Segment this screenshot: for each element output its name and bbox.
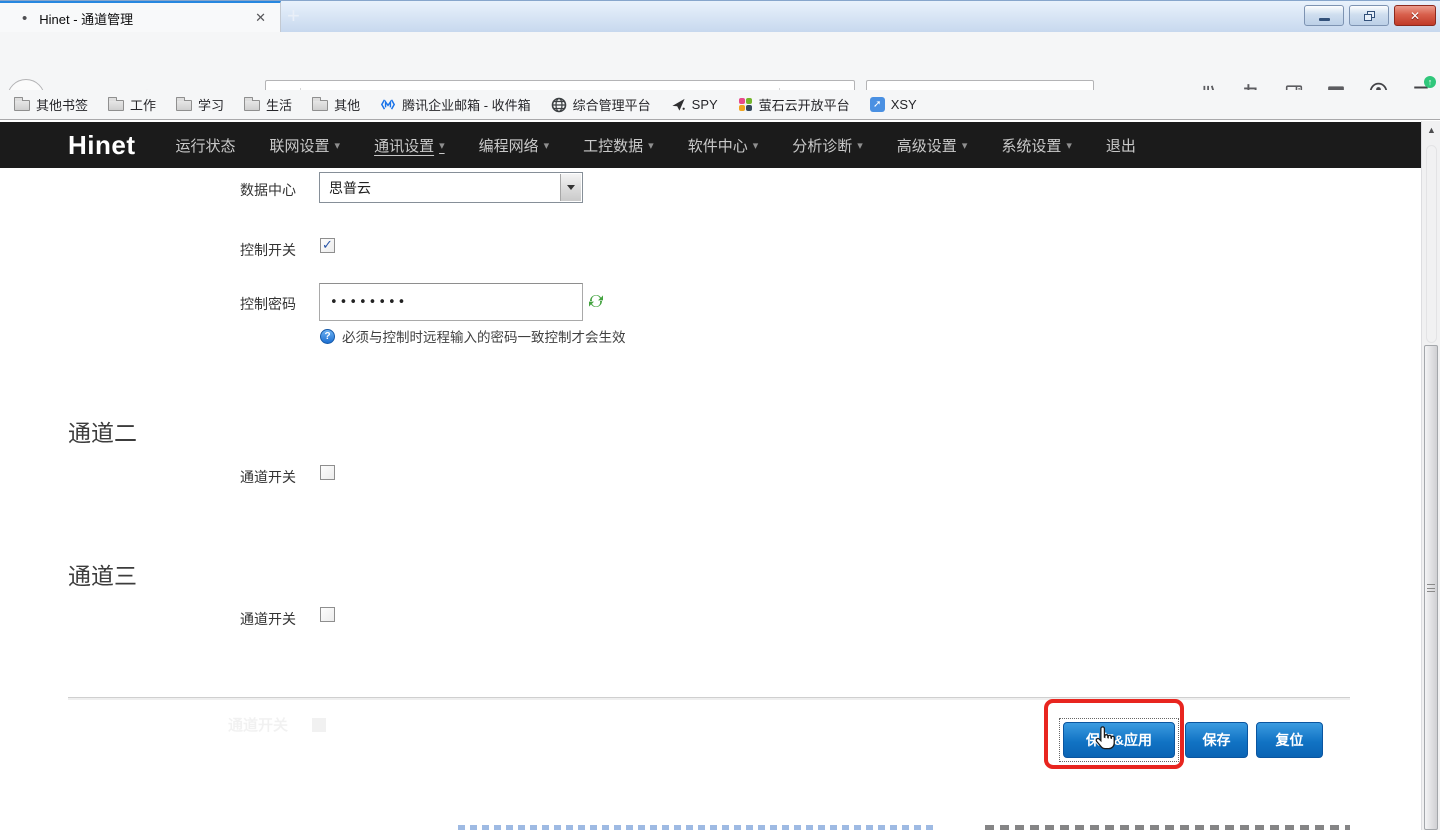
close-button[interactable]: ✕ (1394, 5, 1436, 26)
reset-button[interactable]: 复位 (1256, 722, 1323, 758)
bookmark-folder-study[interactable]: 学习 (176, 95, 224, 114)
password-hint-row: ? 必须与控制时远程输入的密码一致控制才会生效 (320, 326, 626, 346)
folder-icon (108, 100, 124, 111)
folder-icon (244, 100, 260, 111)
minimize-button[interactable] (1304, 5, 1344, 26)
password-hint-text: 必须与控制时远程输入的密码一致控制才会生效 (342, 326, 626, 346)
datacenter-value: 思普云 (329, 178, 371, 198)
menu-advanced-settings[interactable]: 高级设置▾ (897, 135, 968, 156)
clipped-footer-text-2 (985, 825, 1350, 830)
menu-comm-settings[interactable]: 通讯设置▾ (374, 135, 445, 156)
chevron-down-icon: ▾ (335, 139, 341, 152)
help-icon: ? (320, 329, 335, 344)
control-password-label: 控制密码 (150, 294, 296, 314)
clipped-footer-text (458, 825, 933, 830)
datacenter-label: 数据中心 (150, 180, 296, 200)
browser-toolbar: ← → ✕ (0, 32, 1440, 90)
xsy-icon: ➚ (870, 97, 885, 112)
window-titlebar: • Hinet - 通道管理 ✕ + ✕ (0, 0, 1440, 32)
menu-programming-network[interactable]: 编程网络▾ (479, 135, 550, 156)
bookmark-mgmt-platform[interactable]: 综合管理平台 (551, 95, 651, 114)
four-dots-icon (738, 97, 753, 112)
close-icon: ✕ (1410, 9, 1420, 23)
bookmark-folder-misc[interactable]: 其他 (312, 95, 360, 114)
folder-icon (176, 100, 192, 111)
exmail-icon (380, 97, 396, 112)
select-dropdown-icon[interactable] (560, 174, 581, 201)
bookmarks-bar: 其他书签 工作 学习 生活 其他 腾讯企业邮箱 - 收件箱 综合管理平台 SPY (0, 90, 1440, 120)
save-apply-button[interactable]: 保存&应用 (1063, 722, 1175, 758)
refresh-password-icon[interactable] (588, 293, 604, 314)
chevron-down-icon: ▾ (753, 139, 759, 152)
restore-icon (1364, 11, 1375, 21)
scrollbar-track[interactable] (1426, 145, 1437, 343)
channel-three-switch-label: 通道开关 (150, 609, 296, 629)
bookmark-xsy[interactable]: ➚ XSY (870, 97, 917, 112)
menu-network-settings[interactable]: 联网设置▾ (270, 135, 341, 156)
folder-icon (14, 100, 30, 111)
scrollbar-thumb[interactable] (1424, 345, 1438, 830)
form-divider (68, 697, 1350, 700)
menu-software-center[interactable]: 软件中心▾ (688, 135, 759, 156)
window-controls: ✕ (1304, 5, 1436, 26)
site-logo[interactable]: Hinet (68, 130, 136, 161)
menu-system-settings[interactable]: 系统设置▾ (1001, 135, 1072, 156)
menu-industrial-data[interactable]: 工控数据▾ (583, 135, 654, 156)
bookmark-exmail[interactable]: 腾讯企业邮箱 - 收件箱 (380, 95, 531, 114)
restore-button[interactable] (1349, 5, 1389, 26)
screen: • Hinet - 通道管理 ✕ + ✕ ← → ✕ (0, 0, 1440, 830)
section-title-channel-two: 通道二 (68, 414, 137, 448)
section-title-channel-three: 通道三 (68, 557, 137, 591)
chevron-down-icon: ▾ (1066, 139, 1072, 152)
browser-tab[interactable]: • Hinet - 通道管理 ✕ (0, 1, 281, 33)
chevron-down-icon: ▾ (439, 139, 445, 152)
control-password-input[interactable] (319, 283, 583, 321)
channel-two-switch-checkbox[interactable] (320, 465, 335, 480)
site-navbar: Hinet 运行状态 联网设置▾ 通讯设置▾ 编程网络▾ 工控数据▾ 软件中心▾… (0, 122, 1421, 168)
tab-close-icon[interactable]: ✕ (255, 10, 266, 26)
chevron-down-icon: ▾ (962, 139, 968, 152)
bookmark-ezviz[interactable]: 萤石云开放平台 (738, 95, 850, 114)
page-scrollbar[interactable]: ▲ (1421, 121, 1440, 830)
menu-logout[interactable]: 退出 (1106, 135, 1136, 156)
chevron-down-icon: ▾ (857, 139, 863, 152)
menu-analysis-diagnosis[interactable]: 分析诊断▾ (792, 135, 863, 156)
site-menu: 运行状态 联网设置▾ 通讯设置▾ 编程网络▾ 工控数据▾ 软件中心▾ 分析诊断▾… (176, 135, 1136, 156)
tab-favicon-dot: • (22, 10, 27, 27)
chevron-down-icon: ▾ (648, 139, 654, 152)
channel-three-switch-checkbox[interactable] (320, 607, 335, 622)
ghost-artifact: 通道开关 (228, 714, 326, 735)
bookmark-spy[interactable]: SPY (671, 97, 718, 112)
control-switch-label: 控制开关 (150, 240, 296, 260)
check-icon: ✓ (322, 238, 333, 251)
dart-icon (671, 97, 686, 112)
globe-icon (551, 97, 567, 113)
update-badge: ↑ (1424, 76, 1436, 88)
bookmark-folder-life[interactable]: 生活 (244, 95, 292, 114)
page-content: Hinet 运行状态 联网设置▾ 通讯设置▾ 编程网络▾ 工控数据▾ 软件中心▾… (0, 121, 1440, 830)
bookmark-folder-work[interactable]: 工作 (108, 95, 156, 114)
control-switch-checkbox[interactable]: ✓ (320, 238, 335, 253)
channel-two-switch-label: 通道开关 (150, 467, 296, 487)
minimize-icon (1319, 18, 1330, 21)
scrollbar-up-arrow[interactable]: ▲ (1422, 125, 1440, 135)
save-button[interactable]: 保存 (1185, 722, 1248, 758)
folder-icon (312, 100, 328, 111)
scrollbar-grip (1427, 584, 1435, 592)
save-apply-focus-ring: 保存&应用 (1059, 718, 1179, 762)
new-tab-button[interactable]: + (287, 3, 300, 29)
datacenter-select[interactable]: 思普云 (319, 172, 583, 203)
bookmark-folder-other-bookmarks[interactable]: 其他书签 (14, 95, 88, 114)
chevron-down-icon: ▾ (544, 139, 550, 152)
tab-title: Hinet - 通道管理 (39, 9, 133, 28)
menu-run-status[interactable]: 运行状态 (176, 135, 236, 156)
